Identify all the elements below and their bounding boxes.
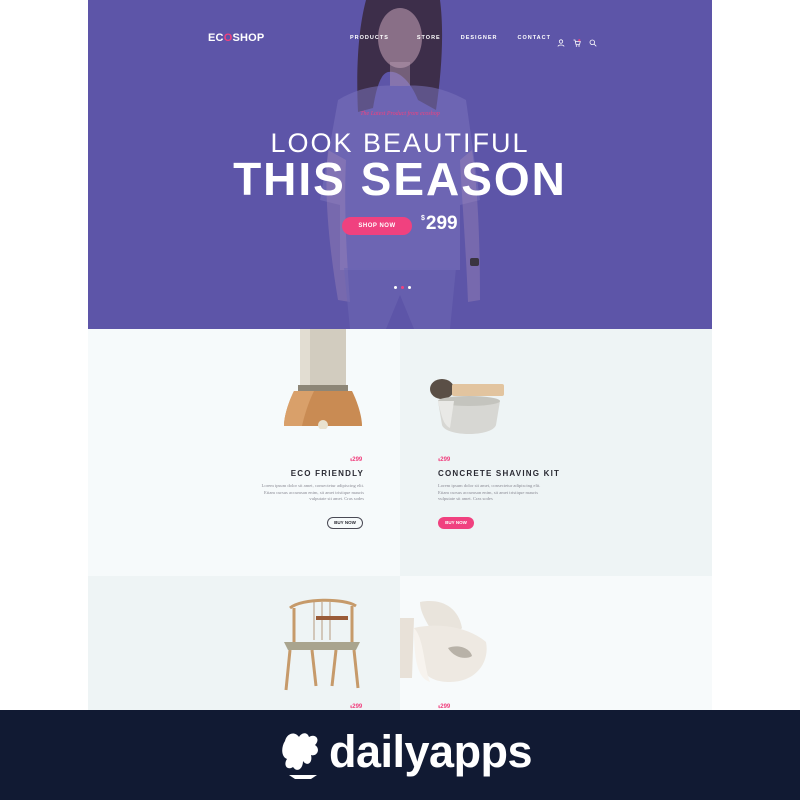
hero-headline-line2: THIS SEASON [233,153,567,205]
slider-dot-1[interactable] [394,286,397,289]
buy-now-button[interactable]: BUY NOW [327,517,363,529]
logo-text-post: SHOP [232,32,265,44]
hero-price: $299 [421,213,458,235]
hero-price-value: 299 [425,213,458,234]
wooden-chair-image [284,598,360,691]
hero-price-currency: $ [421,215,425,222]
buy-now-button[interactable]: BUY NOW [438,517,474,529]
product-description: Lorem ipsum dolor sit amet, consectetur … [438,483,541,502]
main-nav: PRODUCTS STORE DESIGNER CONTACT [350,35,551,41]
shaving-kit-image [430,379,504,434]
nav-item-store[interactable]: STORE [417,35,441,41]
pendant-lamp-image [284,329,362,429]
product-card-chair: $299 [88,576,400,710]
product-card-concrete-shaving-kit: $299 CONCRETE SHAVING KIT Lorem ipsum do… [400,329,712,576]
cart-icon[interactable] [573,34,581,47]
nav-item-designer[interactable]: DESIGNER [461,35,498,41]
product-card-eco-friendly: $299 ECO FRIENDLY Lorem ipsum dolor sit … [88,329,400,576]
price-value: 299 [440,457,451,463]
brand-logo[interactable]: ECOSHOP [208,32,264,44]
watermark-brand-name: dailyapps [329,726,533,777]
shop-now-button[interactable]: SHOP NOW [342,217,412,235]
slider-dots [394,286,411,289]
hero-banner: ECOSHOP PRODUCTS STORE DESIGNER CONTACT … [88,0,712,329]
nav-icons [557,34,597,47]
slider-dot-2[interactable] [401,286,404,289]
nav-item-products[interactable]: PRODUCTS [350,35,389,41]
product-price: $299 [350,457,362,463]
ceramic-vases-image [400,601,487,682]
logo-text-pre: EC [208,32,224,44]
product-title: CONCRETE SHAVING KIT [438,469,561,478]
user-icon[interactable] [557,34,565,47]
price-value: 299 [352,457,363,463]
product-description: Lorem ipsum dolor sit amet, consectetur … [261,483,364,502]
page: ECOSHOP PRODUCTS STORE DESIGNER CONTACT … [88,0,712,710]
product-price: $299 [438,457,450,463]
product-title: ECO FRIENDLY [290,469,364,478]
hero-tagline: The Latest Product from ecoshop [360,111,440,117]
product-card-vases: $299 [400,576,712,710]
slider-dot-3[interactable] [408,286,411,289]
nav-item-contact[interactable]: CONTACT [517,35,550,41]
search-icon[interactable] [589,34,597,47]
dailyapps-logo-icon [282,733,318,779]
